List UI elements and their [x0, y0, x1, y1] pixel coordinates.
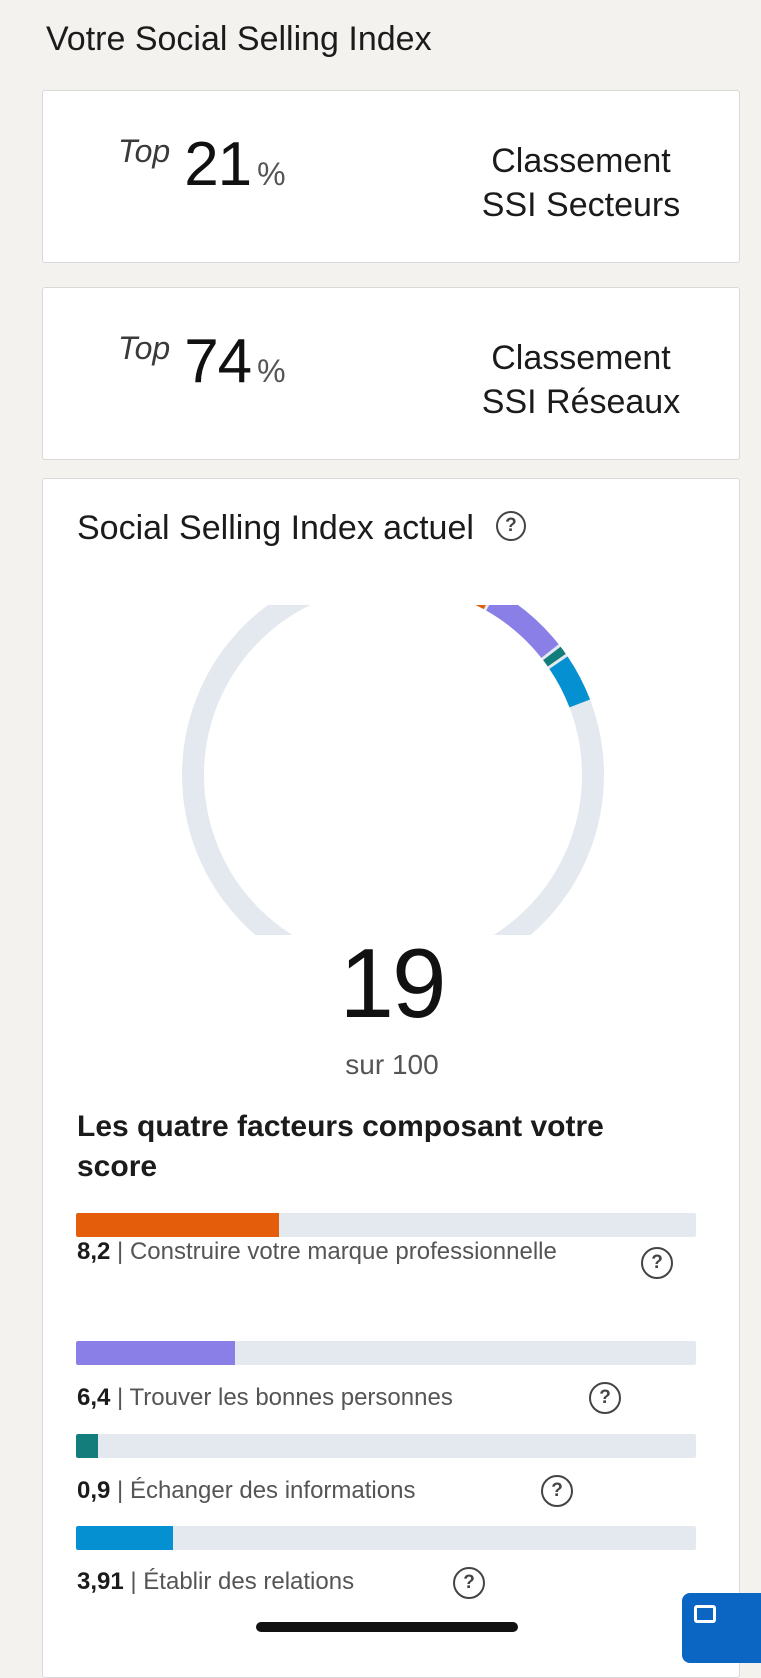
ssi-donut-chart	[182, 605, 604, 935]
ssi-card: Social Selling Index actuel? 19 sur 100 …	[42, 478, 740, 1678]
factor-label-relationships: Établir des relations	[143, 1568, 355, 1595]
factor-help-icon-relationships[interactable]: ?	[453, 1567, 485, 1599]
factor-text-insights: 0,9 | Échanger des informations	[77, 1477, 416, 1504]
factor-text-relationships: 3,91 | Établir des relations	[77, 1568, 355, 1595]
factor-label-insights: Échanger des informations	[129, 1477, 416, 1504]
page-title: Votre Social Selling Index	[46, 20, 432, 58]
factor-text-brand: 8,2 | Construire votre marque profession…	[77, 1238, 557, 1265]
network-rank-card: Top 74% Classement SSI Réseaux	[42, 287, 740, 460]
network-rank-label-line1: Classement	[491, 339, 671, 377]
home-indicator	[256, 1622, 518, 1632]
factor-fill-brand	[76, 1213, 280, 1237]
network-rank-label: Classement SSI Réseaux	[431, 336, 731, 424]
factor-bar-insights	[76, 1434, 696, 1458]
industry-rank-top-word: Top	[118, 133, 171, 169]
factor-help-icon-people[interactable]: ?	[589, 1382, 621, 1414]
industry-rank-label: Classement SSI Secteurs	[431, 139, 731, 227]
industry-rank-percent: %	[257, 156, 286, 192]
messaging-button[interactable]	[682, 1593, 761, 1663]
donut-segment-people	[182, 605, 604, 935]
donut-segment-brand	[182, 605, 604, 935]
factor-fill-relationships	[76, 1526, 173, 1550]
industry-rank-number: 21	[184, 130, 252, 199]
ssi-title-text: Social Selling Index actuel	[77, 509, 474, 547]
network-rank-label-line2: SSI Réseaux	[481, 383, 681, 421]
factor-value-people: 6,4	[77, 1384, 111, 1411]
industry-rank-label-line2: SSI Secteurs	[481, 186, 681, 224]
ssi-help-icon[interactable]: ?	[495, 511, 526, 542]
factor-help-icon-brand[interactable]: ?	[641, 1247, 673, 1279]
industry-rank-card: Top 21% Classement SSI Secteurs	[42, 90, 740, 263]
industry-rank-value: Top 21%	[118, 129, 286, 200]
factor-value-brand: 8,2	[77, 1238, 111, 1265]
donut-track	[182, 605, 604, 935]
factor-bar-brand	[76, 1213, 696, 1237]
factor-label-brand: Construire votre marque professionnelle	[129, 1238, 557, 1265]
factors-heading: Les quatre facteurs composant votre scor…	[77, 1110, 604, 1183]
factor-bar-people	[76, 1341, 696, 1365]
messaging-icon	[694, 1605, 716, 1623]
network-rank-value: Top 74%	[118, 326, 286, 397]
factor-value-insights: 0,9	[77, 1477, 111, 1504]
factor-help-icon-insights[interactable]: ?	[541, 1475, 573, 1507]
ssi-score-suffix: sur 100	[345, 1049, 439, 1080]
network-rank-percent: %	[257, 353, 286, 389]
factor-label-people: Trouver les bonnes personnes	[129, 1384, 453, 1411]
network-rank-number: 74	[184, 327, 252, 396]
factor-value-relationships: 3,91	[77, 1568, 124, 1595]
factor-fill-people	[76, 1341, 235, 1365]
network-rank-top-word: Top	[118, 330, 171, 366]
industry-rank-label-line1: Classement	[491, 142, 671, 180]
factor-text-people: 6,4 | Trouver les bonnes personnes	[77, 1384, 453, 1411]
ssi-score: 19	[339, 928, 446, 1038]
factor-fill-insights	[76, 1434, 99, 1458]
donut-segment-relationships	[182, 605, 604, 935]
factor-bar-relationships	[76, 1526, 696, 1550]
donut-segment-insights	[182, 605, 604, 935]
ssi-title: Social Selling Index actuel?	[77, 509, 526, 548]
